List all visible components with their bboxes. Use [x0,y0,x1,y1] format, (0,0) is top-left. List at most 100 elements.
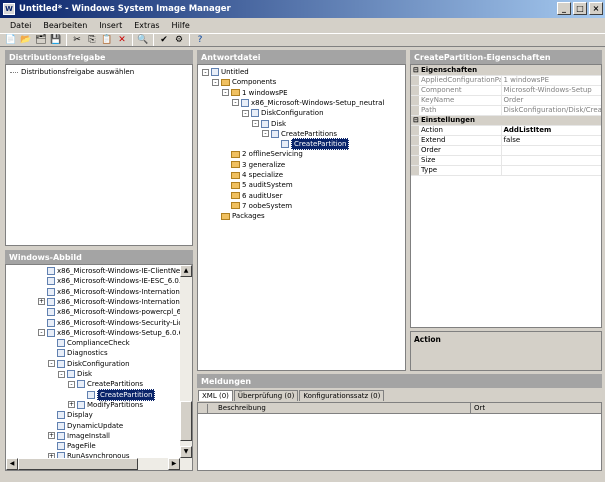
tree-item[interactable]: - x86_Microsoft-Windows-Setup_6.0.6001. [38,328,192,338]
scroll-down-arrow[interactable]: ▼ [180,446,192,458]
tab-validation[interactable]: Überprüfung (0) [233,390,299,401]
tree-item[interactable]: - Disk [252,119,286,129]
column-ort[interactable]: Ort [474,404,485,412]
vertical-scrollbar[interactable]: ▲ ▼ [180,265,192,458]
tree-item[interactable]: 5 auditSystem [222,180,293,190]
tree-item[interactable]: + ImageInstall [48,431,110,441]
collapse-icon[interactable]: - [58,370,65,378]
property-row[interactable]: Size [411,155,601,166]
collapse-icon[interactable]: ⊟ [411,65,419,76]
tree-item[interactable]: 3 generalize [222,160,285,170]
copy-icon[interactable]: ⎘ [85,34,99,47]
tree-item[interactable]: x86_Microsoft-Windows-IE-ClientNetwork [38,266,192,276]
tree-item[interactable]: 2 offlineServicing [222,149,303,159]
tab-xml[interactable]: XML (0) [198,390,233,401]
scroll-right-arrow[interactable]: ▶ [168,458,180,470]
component-icon [57,431,65,440]
column-beschreibung[interactable]: Beschreibung [218,404,266,412]
tree-item[interactable]: 4 specialize [222,170,283,180]
tree-item[interactable]: + x86_Microsoft-Windows-International-Cor… [38,297,192,307]
tree-item[interactable]: 7 oobeSystem [222,201,292,211]
property-value[interactable]: AddListItem [501,125,601,136]
menu-insert[interactable]: Insert [93,21,128,30]
collapse-icon[interactable]: - [262,130,269,138]
tree-item[interactable]: - Components [212,77,276,87]
collapse-icon[interactable]: - [212,78,219,86]
title-bar[interactable]: W Untitled* - Windows System Image Manag… [0,0,605,18]
collapse-icon[interactable]: - [252,120,259,127]
create-config-icon[interactable]: ⚙ [172,34,186,47]
tree-item[interactable]: CreatePartition [272,138,350,151]
collapse-icon[interactable]: - [38,329,45,337]
property-value[interactable]: false [501,135,601,146]
tree-item[interactable]: x86_Microsoft-Windows-powercpl_6.0.600 [38,307,192,317]
help-icon[interactable]: ? [193,34,207,47]
tree-item[interactable]: x86_Microsoft-Windows-IE-ESC_6.0.6001 [38,276,192,286]
scroll-left-arrow[interactable]: ◀ [6,458,18,470]
property-row[interactable]: Order [411,145,601,156]
new-icon[interactable]: 📄 [4,34,18,47]
tree-item[interactable]: Diagnostics [48,348,108,358]
property-category[interactable]: ⊟ Eigenschaften [411,65,601,76]
collapse-icon[interactable]: - [68,380,75,388]
scroll-thumb[interactable] [180,401,192,441]
distribution-item[interactable]: Distributionsfreigabe auswählen [10,67,134,77]
scroll-up-arrow[interactable]: ▲ [180,265,192,277]
column-divider[interactable] [470,403,471,414]
property-value[interactable] [501,145,601,156]
paste-icon[interactable]: 📋 [100,34,114,47]
collapse-icon[interactable]: - [242,109,249,117]
tree-item[interactable]: ComplianceCheck [48,338,130,348]
validate-icon[interactable]: ✔ [157,34,171,47]
property-value[interactable] [501,165,601,176]
find-icon[interactable]: 🔍 [136,34,150,47]
tree-item[interactable]: - x86_Microsoft-Windows-Setup_neutral [232,98,384,108]
delete-icon[interactable]: ✕ [115,34,129,47]
tree-item[interactable]: DynamicUpdate [48,421,123,431]
tree-item[interactable]: CreatePartition [78,388,156,401]
tree-item[interactable]: Packages [212,211,265,221]
property-row[interactable]: PathDiskConfiguration/Disk/CreatePa [411,105,601,116]
tree-item[interactable]: - Disk [58,369,92,379]
expand-icon[interactable]: + [48,432,55,440]
property-row[interactable]: Component Microsoft-Windows-Setup [411,85,601,96]
cut-icon[interactable]: ✂ [70,34,84,47]
property-row[interactable]: KeyName Order [411,95,601,106]
tree-item[interactable]: + ModifyPartitions [68,400,143,410]
property-category[interactable]: ⊟ Einstellungen [411,115,601,126]
tree-item[interactable]: x86_Microsoft-Windows-International-Core [38,287,192,297]
menu-hilfe[interactable]: Hilfe [166,21,196,30]
property-row[interactable]: Action AddListItem [411,125,601,136]
property-value[interactable] [501,155,601,166]
menu-bearbeiten[interactable]: Bearbeiten [37,21,93,30]
tree-item[interactable]: - Untitled [202,67,249,77]
hscroll-thumb[interactable] [18,458,138,470]
maximize-button[interactable]: □ [573,2,587,15]
collapse-icon[interactable]: - [222,89,229,97]
tree-item[interactable]: - DiskConfiguration [48,359,130,369]
open-icon[interactable]: 📂 [19,34,33,47]
collapse-icon[interactable]: ⊟ [411,115,419,126]
menu-datei[interactable]: Datei [4,21,37,30]
collapse-icon[interactable]: - [202,68,209,76]
tree-item[interactable]: 6 auditUser [222,191,283,201]
expand-icon[interactable]: + [68,401,75,409]
property-row[interactable]: Type [411,165,601,176]
minimize-button[interactable]: _ [557,2,571,15]
tree-item[interactable]: - 1 windowsPE [222,88,288,98]
property-row[interactable]: AppliedConfigurationPass1 windowsPE [411,75,601,86]
tree-item[interactable]: x86_Microsoft-Windows-Security-Licensin [38,318,192,328]
collapse-icon[interactable]: - [48,360,55,368]
collapse-icon[interactable]: - [232,99,239,107]
save-icon[interactable]: 💾 [49,34,63,47]
tab-configuration-set[interactable]: Konfigurationssatz (0) [299,390,385,401]
close-button[interactable]: × [589,2,603,15]
tree-item[interactable]: Display [48,410,93,420]
expand-icon[interactable]: + [38,298,45,306]
tree-item[interactable]: PageFile [48,441,96,451]
tree-item[interactable]: - DiskConfiguration [242,108,324,118]
property-row[interactable]: Extend false [411,135,601,146]
menu-extras[interactable]: Extras [128,21,165,30]
horizontal-scrollbar[interactable]: ◀ ▶ [6,458,192,470]
open-answer-icon[interactable]: 🗂 [34,34,48,47]
